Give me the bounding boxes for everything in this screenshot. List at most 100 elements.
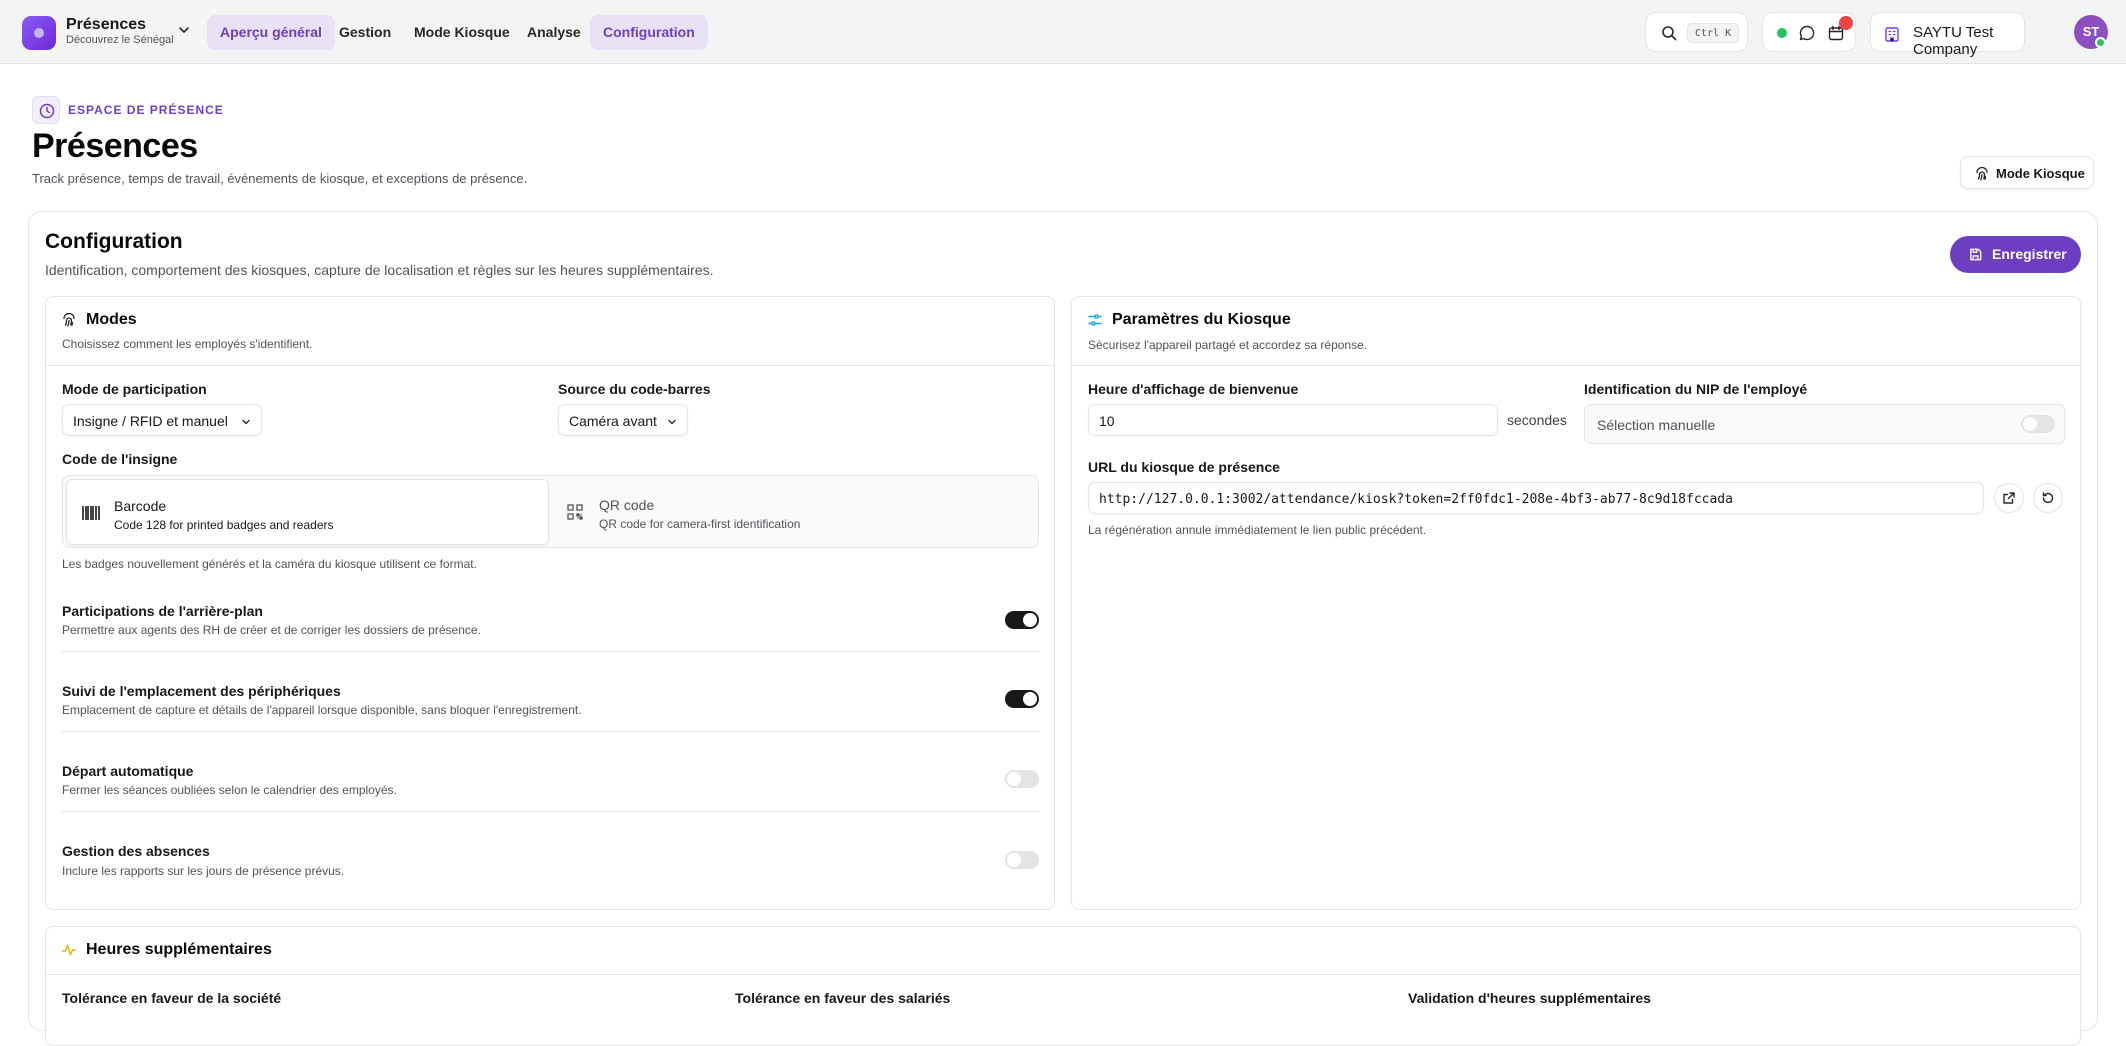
top-bar: Présences Découvrez le Sénégal Aperçu gé… — [0, 0, 2126, 64]
toggle-knob — [1007, 772, 1021, 786]
kiosk-url-label: URL du kiosque de présence — [1088, 459, 1280, 475]
badge-hint: Les badges nouvellement générés et la ca… — [62, 557, 477, 571]
welcome-time-input[interactable]: 10 — [1088, 404, 1498, 436]
kiosk-mode-label: Mode Kiosque — [1996, 166, 2085, 181]
divider — [46, 974, 2080, 975]
badge-option-title: Barcode — [114, 498, 167, 514]
kiosk-settings-title: Paramètres du Kiosque — [1112, 311, 1291, 328]
overtime-panel — [45, 926, 2081, 1046]
tab-gestion[interactable]: Gestion — [326, 15, 404, 50]
toggle-knob — [1023, 613, 1037, 627]
kiosk-url-hint: La régénération annule immédiatement le … — [1088, 523, 1427, 537]
building-icon — [1885, 27, 1899, 42]
overtime-title: Heures supplémentaires — [86, 941, 272, 958]
save-label: Enregistrer — [1992, 246, 2067, 262]
search-icon — [1662, 26, 1677, 41]
chat-icon[interactable] — [1798, 24, 1816, 42]
welcome-time-value: 10 — [1099, 413, 1115, 429]
badge-format-selector: Barcode Code 128 for printed badges and … — [62, 475, 1039, 548]
toggle-knob — [1007, 853, 1021, 867]
badge-option-qr-code[interactable]: QR code QR code for camera-first identif… — [552, 479, 1036, 545]
setting-title: Départ automatique — [62, 763, 194, 779]
badge-option-subtitle: QR code for camera-first identification — [599, 517, 801, 531]
employee-tolerance-label: Tolérance en faveur des salariés — [735, 990, 951, 1006]
page-title: Présences — [32, 127, 198, 165]
absence-management-toggle[interactable] — [1005, 851, 1039, 869]
welcome-time-unit: secondes — [1507, 412, 1567, 428]
welcome-time-label: Heure d'affichage de bienvenue — [1088, 381, 1299, 397]
open-url-button[interactable] — [1994, 483, 2024, 513]
toggle-knob — [2023, 417, 2037, 431]
badge-option-subtitle: Code 128 for printed badges and readers — [114, 518, 334, 532]
app-logo[interactable] — [22, 16, 56, 50]
tab-analyse[interactable]: Analyse — [514, 15, 594, 50]
participation-mode-value: Insigne / RFID et manuel — [73, 413, 228, 429]
qr-code-icon — [567, 504, 583, 520]
notification-badge — [1839, 16, 1853, 30]
refresh-icon — [2042, 492, 2054, 504]
section-description: Identification, comportement des kiosque… — [45, 262, 714, 278]
sliders-icon — [1088, 314, 1102, 326]
company-tolerance-label: Tolérance en faveur de la société — [62, 990, 282, 1006]
activity-icon — [61, 944, 77, 956]
avatar-online-icon — [2095, 37, 2106, 48]
keyboard-shortcut: Ctrl K — [1687, 23, 1740, 43]
participation-mode-select[interactable]: Insigne / RFID et manuel — [62, 404, 262, 436]
search-button[interactable]: Ctrl K — [1645, 12, 1748, 52]
pin-identification-toggle[interactable] — [2021, 415, 2055, 433]
kiosk-url-value: http://127.0.0.1:3002/attendance/kiosk?t… — [1099, 492, 1733, 507]
pin-identification-value: Sélection manuelle — [1597, 417, 1716, 433]
external-link-icon — [2003, 492, 2015, 504]
chevron-down-icon — [242, 419, 250, 425]
save-icon — [1970, 248, 1982, 261]
barcode-source-select[interactable]: Caméra avant — [558, 404, 688, 436]
eyebrow-badge — [32, 96, 60, 124]
setting-title: Suivi de l'emplacement des périphériques — [62, 683, 341, 699]
setting-description: Emplacement de capture et détails de l'a… — [62, 703, 582, 717]
divider — [62, 731, 1039, 732]
barcode-icon — [82, 506, 100, 520]
auto-checkout-toggle[interactable] — [1005, 770, 1039, 788]
overtime-validation-label: Validation d'heures supplémentaires — [1408, 990, 1651, 1006]
divider — [46, 365, 1054, 366]
regenerate-url-button[interactable] — [2033, 483, 2063, 513]
app-name[interactable]: Présences — [66, 16, 146, 34]
page-description: Track présence, temps de travail, événem… — [32, 171, 528, 186]
setting-title: Gestion des absences — [62, 843, 210, 859]
toggle-knob — [1023, 692, 1037, 706]
barcode-source-label: Source du code-barres — [558, 381, 711, 397]
badge-option-barcode[interactable]: Barcode Code 128 for printed badges and … — [66, 479, 549, 545]
setting-description: Inclure les rapports sur les jours de pr… — [62, 864, 345, 878]
eyebrow-label: ESPACE DE PRÉSENCE — [68, 103, 224, 117]
fingerprint-icon — [1976, 166, 1988, 181]
app-subtitle: Découvrez le Sénégal — [66, 34, 174, 46]
tab-configuration[interactable]: Configuration — [590, 15, 708, 50]
fingerprint-icon — [63, 312, 75, 327]
badge-code-label: Code de l'insigne — [62, 451, 178, 467]
pin-identification-field: Sélection manuelle — [1584, 404, 2065, 444]
kiosk-url-input[interactable]: http://127.0.0.1:3002/attendance/kiosk?t… — [1088, 482, 1984, 514]
status-toolbar — [1762, 12, 1856, 52]
pin-identification-label: Identification du NIP de l'employé — [1584, 381, 1808, 397]
kiosk-mode-button[interactable]: Mode Kiosque — [1960, 156, 2094, 189]
divider — [62, 811, 1039, 812]
modes-description: Choisissez comment les employés s'identi… — [62, 337, 313, 351]
company-switcher[interactable]: SAYTU Test Company — [1870, 12, 2025, 58]
setting-description: Fermer les séances oubliées selon le cal… — [62, 783, 397, 797]
tab-apercu-general[interactable]: Aperçu général — [207, 15, 335, 50]
setting-title: Participations de l'arrière-plan — [62, 603, 263, 619]
device-location-toggle[interactable] — [1005, 690, 1039, 708]
background-participations-toggle[interactable] — [1005, 611, 1039, 629]
clock-icon — [39, 103, 55, 119]
section-title: Configuration — [45, 230, 183, 253]
kiosk-settings-description: Sécurisez l'appareil partagé et accordez… — [1088, 338, 1368, 352]
barcode-source-value: Caméra avant — [569, 413, 657, 429]
online-status-icon — [1777, 28, 1787, 38]
divider — [62, 651, 1039, 652]
company-name: SAYTU Test Company — [1913, 24, 1994, 58]
tab-mode-kiosque[interactable]: Mode Kiosque — [401, 15, 523, 50]
chevron-down-icon[interactable] — [176, 22, 192, 38]
app-logo-mark — [34, 28, 44, 38]
chevron-down-icon — [668, 419, 676, 425]
save-button[interactable]: Enregistrer — [1950, 236, 2081, 273]
